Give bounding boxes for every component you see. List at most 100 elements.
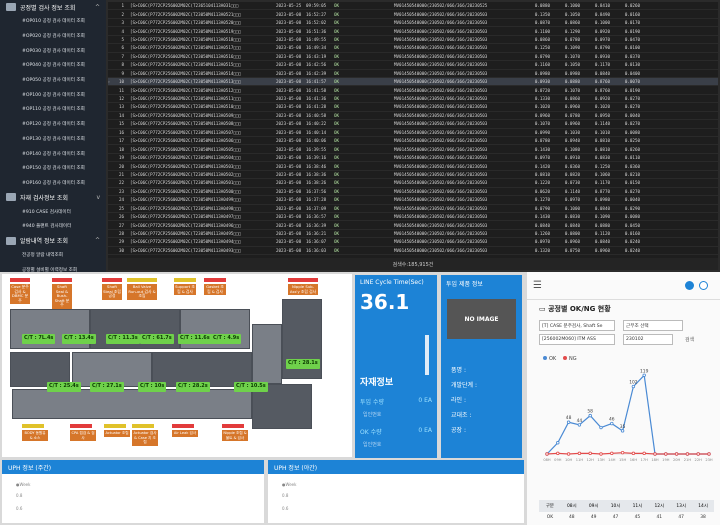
table-row[interactable]: 22 [S>C06C(P772CP256002M02C(T23050M4113A0… [108,179,718,188]
table-row[interactable]: 30 [S>C06C(P772CP256002M02C(T23050M4113A0… [108,247,718,256]
cell-code: MV01450540000(230502/066/366/20230503 [394,222,488,228]
table-row[interactable]: 29 [S>C06C(P772CP256002M02C(T23050M4113A0… [108,238,718,247]
cell-n: 10 [118,79,124,85]
date-input[interactable]: 230102 [623,334,673,345]
cell-time: 16:38:36 [306,171,327,177]
table-row[interactable]: 7 [S>C06C(P772CP256002M02C(T23050M4113A05… [108,53,718,62]
sidebar-item-process[interactable]: #OP140 공정 검사 데이터 조회 [0,146,106,161]
table-row[interactable]: 20 [S>C06C(P772CP256002M02C(T23050M4113A0… [108,162,718,171]
table-row[interactable]: 1 [S>C06C(P772CP256002M02C(T2365104113A03… [108,2,718,11]
table-row[interactable]: 5 [S>C06C(P772CP256002M02C(T23050M4113A05… [108,36,718,45]
shift-select[interactable]: 근무조 선택 [623,320,683,331]
table-row[interactable]: 15 [S>C06C(P772CP256002M02C(T23050M4113A0… [108,120,718,129]
table-row[interactable]: 14 [S>C06C(P772CP256002M02C(T23050M4113A0… [108,112,718,121]
table-row[interactable]: 12 [S>C06C(P772CP256002M02C(T23050M4113A0… [108,95,718,104]
product-panel: 투입 제품 정보 NO IMAGE 품명 : 개발단계 : 라인 : 교대조 : 공장 … [441,275,522,458]
dashboard: Case 분주검사 & DBMC 분주 Shaft Seal & Bush-Sha… [0,272,720,525]
sidebar-item-process[interactable]: #OP100 공정 검사 데이터 조회 [0,87,106,102]
cell-a: 0.0970 [534,155,550,161]
sidebar-item-alarm[interactable]: 전공정 알람 내역조회 [0,248,106,263]
sidebar-item-process[interactable]: #OP130 공정 검사 데이터 조회 [0,132,106,147]
cell-a: 0.1430 [534,214,550,220]
menu-icon[interactable]: ☰ [533,280,542,291]
table-row[interactable]: 27 [S>C06C(P772CP256002M02C(T23050M4113A0… [108,221,718,230]
table-row[interactable]: 6 [S>C06C(P772CP256002M02C(T23050M4113A05… [108,44,718,53]
data-label: 46 [609,417,615,423]
search-button[interactable]: 검색 [685,336,694,343]
data-point-ng [545,452,549,456]
cell-code: MV01450540000(230502/066/366/20230503 [394,121,488,127]
uph-week-panel: UPH 정보 (주간) ●Week 0.8 0.6 [2,460,264,523]
data-point-ok [642,373,646,377]
cycle-time-badge: C/T : 4.9s [211,334,242,344]
status-bar [172,424,194,428]
sidebar-item-process[interactable]: #OP050 공정 검사 데이터 조회 [0,73,106,88]
sidebar-item-process[interactable]: #OP040 공정 검사 데이터 조회 [0,58,106,73]
table-row[interactable]: 11 [S>C06C(P772CP256002M02C(T23050M4113A0… [108,86,718,95]
table-row[interactable]: 4 [S>C06C(P772CP256002M02C(T23050M4113A05… [108,27,718,36]
machine-block [12,389,252,419]
cell-b: 0.1090 [564,45,580,51]
cell-id: [S>C06C(P772CP256002M02C(T23050M4113A051… [130,104,241,110]
cell-a: 0.0970 [534,239,550,245]
table-row[interactable]: 8 [S>C06C(P772CP256002M02C(T23050M4113A05… [108,61,718,70]
cell-id: [S>C06C(P772CP256002M02C(T23050M4113A050… [130,138,241,144]
sidebar-item-process[interactable]: #OP020 공정 검사 데이터 조회 [0,29,106,44]
sidebar-item-material[interactable]: #910 CASE 검사데이터 [0,204,106,219]
table-row[interactable]: 9 [S>C06C(P772CP256002M02C(T23050M4113A05… [108,70,718,78]
table-row[interactable]: 18 [S>C06C(P772CP256002M02C(T23050M4113A0… [108,145,718,154]
table-row[interactable]: 23 [S>C06C(P772CP256002M02C(T23050M4113A0… [108,188,718,197]
user-icon[interactable] [699,281,708,290]
cell-d: 0.0360 [624,163,640,169]
sidebar-section-label: 자재 검사정보 조회 [20,194,68,202]
cell-time: 16:43:19 [306,53,327,59]
table-row[interactable]: 13 [S>C06C(P772CP256002M02C(T23050M4113A0… [108,103,718,112]
x-tick-label: 16H [630,458,638,462]
sidebar-item-process[interactable]: #OP160 공정 검사 데이터 조회 [0,176,106,191]
cell-id: [S>C06C(P772CP256002M02C(T23050M4113A050… [130,155,241,161]
table-row[interactable]: 19 [S>C06C(P772CP256002M02C(T23050M4113A0… [108,154,718,163]
settings-icon[interactable] [685,281,694,290]
cell-res: OK [334,129,340,135]
sidebar-section[interactable]: 공정별 검사 정보 조회 ^ [0,0,106,14]
table-row[interactable]: 16 [S>C06C(P772CP256002M02C(T23050M4113A0… [108,129,718,137]
sidebar-item-process[interactable]: #OP110 공정 검사 데이터 조회 [0,102,106,117]
sidebar-item-process[interactable]: #OP120 공정 검사 데이터 조회 [0,117,106,132]
sidebar-section-label: 알람내역 정보 조회 [20,238,68,246]
cell-id: [S>C06C(P772CP256002M02C(T23050M4113A049… [130,222,241,228]
table-row[interactable]: 21 [S>C06C(P772CP256002M02C(T23050M4113A0… [108,171,718,180]
cell-b: 0.0960 [564,121,580,127]
sidebar-item-process[interactable]: #OP150 공정 검사 데이터 조회 [0,161,106,176]
legend-ok-swatch [543,356,547,360]
cell-res: OK [334,163,340,169]
sidebar-section[interactable]: 자재 검사정보 조회 v [0,190,106,204]
table-row[interactable]: 26 [S>C06C(P772CP256002M02C(T23050M4113A0… [108,213,718,222]
process-select[interactable]: [T] CASE 분주검사, Shaft Se [539,320,615,331]
item-select[interactable]: [256002M060] ITM ASS [539,334,615,345]
machine-block [252,324,282,384]
table-row[interactable]: 25 [S>C06C(P772CP256002M02C(T23050M4113A0… [108,205,718,213]
cell-d: 0.0260 [624,146,640,152]
cell-id: [S>C06C(P772CP256002M02C(T23050M4113A052… [130,20,241,26]
cell-b: 0.0980 [564,70,580,76]
cell-res: OK [334,45,340,51]
status-bar [204,278,226,282]
table-row[interactable]: ▸ 10 [S>C06C(P772CP256002M02C(T23050M4113A… [108,77,718,87]
table-row[interactable]: 24 [S>C06C(P772CP256002M02C(T23050M4113A0… [108,196,718,205]
table-row[interactable]: 3 [S>C06C(P772CP256002M02C(T23050M4113A05… [108,19,718,28]
x-tick-label: 13H [597,458,605,462]
cell-time: 16:36:07 [306,239,327,245]
cell-d: 0.0270 [624,188,640,194]
sidebar-item-process[interactable]: #OP030 공정 검사 데이터 조회 [0,43,106,58]
scrollbar[interactable] [425,335,429,375]
table-row[interactable]: 28 [S>C06C(P772CP256002M02C(T23050M4113A0… [108,230,718,239]
station-label: Nipple Sub-Ass'y 조립 검사 [288,284,318,296]
sidebar-section[interactable]: 알람내역 정보 조회 ^ [0,234,106,248]
sidebar-item-process[interactable]: #OP010 공정 검사 데이터 조회 [0,14,106,29]
ok-value: 0 EA [418,427,432,434]
cell-n: 20 [118,163,124,169]
cell-c: 0.8790 [594,45,610,51]
table-row[interactable]: 17 [S>C06C(P772CP256002M02C(T23050M4113A0… [108,137,718,146]
sidebar-item-material[interactable]: #940 플랜트 검사데이터 [0,219,106,234]
table-row[interactable]: 2 [S>C06C(P772CP256002M02C(T23050M4113A05… [108,10,718,19]
